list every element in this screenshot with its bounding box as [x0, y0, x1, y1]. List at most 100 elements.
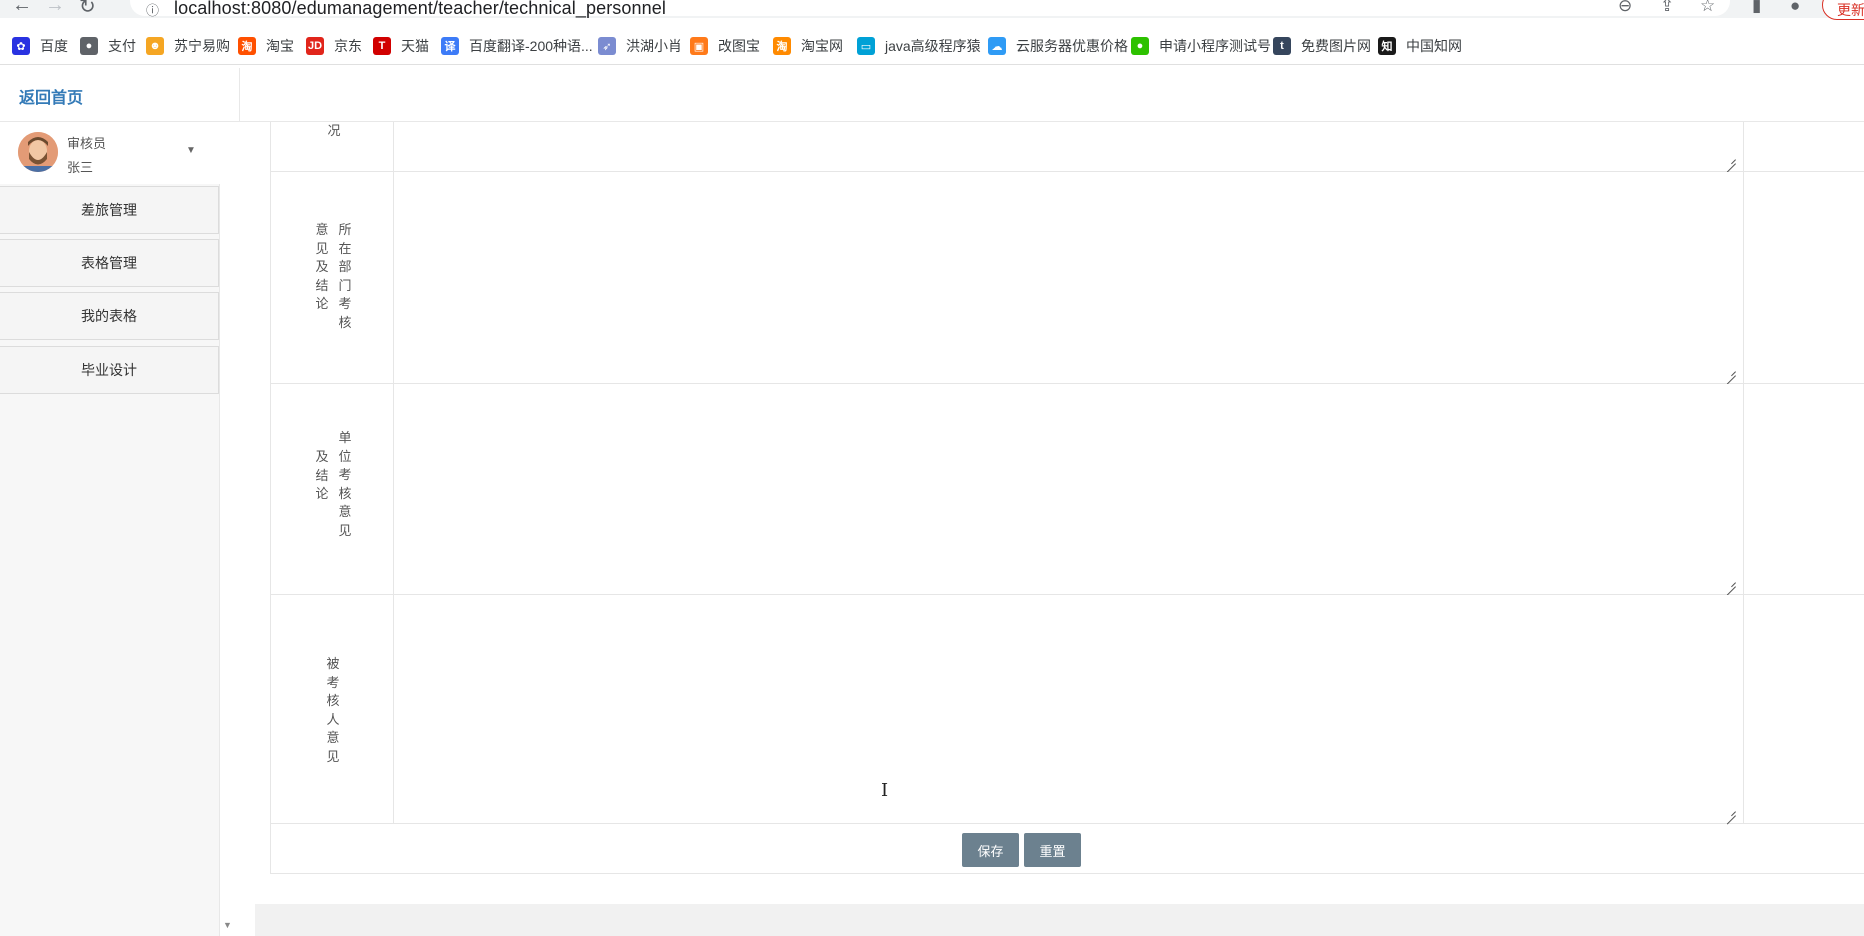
reload-icon[interactable]: ↻	[79, 0, 96, 19]
bookmark-item[interactable]: 知中国知网	[1378, 36, 1462, 56]
row-label-text: 况	[327, 123, 341, 138]
bookmark-item[interactable]: JD 京东	[306, 36, 362, 56]
home-link[interactable]: 返回首页	[19, 84, 83, 108]
url-text[interactable]: localhost:8080/edumanagement/teacher/tec…	[174, 0, 666, 19]
brand-area: 返回首页	[0, 68, 240, 122]
cloud-icon: ☁	[988, 37, 1006, 55]
gaitubao-icon: ▣	[690, 37, 708, 55]
globe-icon: ●	[80, 37, 98, 55]
bookmark-item[interactable]: ☁ 云服务器优惠价格	[988, 36, 1128, 56]
bookmark-label: 天猫	[401, 38, 429, 54]
forward-arrow-icon[interactable]: →	[45, 0, 65, 17]
main-content: 况 意见及结论 所在部门考核 及 结 论 单 位 考 核 意 见 被 考 核 人…	[255, 122, 1864, 936]
form-row-unit-review: 及结论 单位考核意见	[271, 384, 1864, 595]
form-row-appraisee-opinion: 被考核人意见	[271, 595, 1864, 824]
cnki-icon: 知	[1378, 37, 1396, 55]
situation-textarea[interactable]	[395, 122, 1744, 171]
taobao-icon: 淘	[238, 37, 256, 55]
bookmark-label: 苏宁易购	[174, 38, 230, 54]
taobao-icon: 淘	[773, 37, 791, 55]
bookmark-item[interactable]: ☻ 苏宁易购	[146, 36, 230, 56]
bookmark-item[interactable]: ● 支付	[80, 36, 136, 56]
bookmark-label: 洪湖小肖	[626, 38, 682, 54]
sidebar-item-graduation-design[interactable]: 毕业设计	[0, 346, 219, 394]
sidebar-item-my-forms[interactable]: 我的表格	[0, 292, 219, 340]
bookmark-item[interactable]: ➶ 洪湖小肖	[598, 36, 682, 56]
share-icon[interactable]: ⇪	[1660, 0, 1674, 16]
jd-icon: JD	[306, 37, 324, 55]
bookmark-item[interactable]: T 天猫	[373, 36, 429, 56]
user-name: 张三	[67, 160, 94, 175]
resize-handle-icon[interactable]	[1726, 154, 1736, 164]
sidebar-item-forms[interactable]: 表格管理	[0, 239, 219, 287]
bookmark-label: 百度	[40, 38, 68, 54]
appraisee-opinion-textarea[interactable]	[395, 595, 1744, 823]
scroll-down-arrow-icon[interactable]: ▼	[223, 920, 232, 930]
unit-review-textarea[interactable]	[395, 384, 1744, 594]
sidebar: 审核员 张三 ▼ 差旅管理 表格管理 我的表格 毕业设计	[0, 122, 220, 936]
situation-input[interactable]	[395, 122, 1743, 171]
unit-review-input[interactable]	[395, 384, 1743, 594]
form-row-dept-review: 意见及结论 所在部门考核	[271, 172, 1864, 384]
bookmark-item[interactable]: ▭ java高级程序猿	[857, 36, 981, 56]
update-button[interactable]: 更新	[1822, 0, 1864, 20]
row-label-text-right: 所在部门考核	[338, 222, 352, 330]
profile-icon[interactable]: ●	[1790, 0, 1800, 16]
save-button[interactable]: 保存	[962, 833, 1019, 867]
browser-toolbar: ← → ↻ ⓘ localhost:8080/edumanagement/tea…	[0, 0, 1864, 20]
baidu-icon: ✿	[12, 37, 30, 55]
bookmark-label: 京东	[334, 38, 362, 54]
resize-handle-icon[interactable]	[1726, 577, 1736, 587]
side-panel-icon[interactable]: ▮	[1752, 0, 1761, 16]
bookmark-item[interactable]: ▣ 改图宝	[690, 36, 760, 56]
bilibili-icon: ▭	[857, 37, 875, 55]
row-label: 及结论 单位考核意见	[271, 384, 394, 594]
bookmark-label: 支付	[108, 38, 136, 54]
bookmark-item[interactable]: ● 申请小程序测试号	[1131, 36, 1271, 56]
bookmark-item[interactable]: t 免费图片网	[1273, 36, 1371, 56]
form-row-situation: 况	[271, 122, 1864, 172]
bookmark-item[interactable]: ✿ 百度	[12, 36, 68, 56]
user-panel[interactable]: 审核员 张三 ▼	[0, 122, 220, 184]
form-actions: 保存 重置	[271, 824, 1864, 874]
tmall-icon: T	[373, 37, 391, 55]
bookmark-label: 淘宝	[266, 38, 294, 54]
resize-handle-icon[interactable]	[1726, 806, 1736, 816]
bookmark-item[interactable]: 淘淘宝网	[773, 36, 843, 56]
translate-icon: 译	[441, 37, 459, 55]
form-panel: 况 意见及结论 所在部门考核 及 结 论 单 位 考 核 意 见 被 考 核 人…	[255, 122, 1864, 904]
wechat-icon: ●	[1131, 37, 1149, 55]
tumblr-icon: t	[1273, 37, 1291, 55]
bookmarks-bar: ✿ 百度 ● 支付 ☻ 苏宁易购淘淘宝 JD 京东 T 天猫译百度翻译-200种语... ➶ 洪湖小肖…	[0, 27, 1864, 65]
address-bar[interactable]: ⓘ localhost:8080/edumanagement/teacher/t…	[130, 0, 1730, 19]
form-table: 况 意见及结论 所在部门考核 及 结 论 单 位 考 核 意 见 被 考 核 人…	[270, 122, 1864, 874]
bookmark-label: 百度翻译-200种语...	[469, 38, 593, 54]
row-label: 意见及结论 所在部门考核	[271, 172, 394, 383]
dept-review-input[interactable]	[395, 172, 1743, 383]
caret-down-icon[interactable]: ▼	[186, 145, 196, 156]
row-label-text-right: 单位考核意见	[338, 430, 352, 538]
zoom-icon[interactable]: ⊖	[1618, 0, 1632, 16]
row-label-text: 被考核人意见	[326, 656, 340, 764]
bookmark-label: 改图宝	[718, 38, 760, 54]
appraisee-opinion-input[interactable]	[395, 595, 1743, 823]
row-label: 况	[271, 122, 394, 171]
suning-icon: ☻	[146, 37, 164, 55]
resize-handle-icon[interactable]	[1726, 366, 1736, 376]
back-arrow-icon[interactable]: ←	[12, 0, 32, 17]
sidebar-item-travel[interactable]: 差旅管理	[0, 186, 219, 234]
user-role: 审核员	[67, 136, 107, 151]
bookmark-label: java高级程序猿	[885, 38, 981, 54]
bookmark-star-icon[interactable]: ☆	[1700, 0, 1715, 16]
bookmark-label: 云服务器优惠价格	[1016, 38, 1128, 54]
reset-button[interactable]: 重置	[1024, 833, 1081, 867]
bookmark-label: 申请小程序测试号	[1159, 38, 1271, 54]
bookmark-item[interactable]: 译百度翻译-200种语...	[441, 36, 593, 56]
dept-review-textarea[interactable]	[395, 172, 1744, 383]
bookmark-item[interactable]: 淘淘宝	[238, 36, 294, 56]
site-info-icon[interactable]: ⓘ	[146, 0, 159, 19]
rocket-icon: ➶	[598, 37, 616, 55]
bookmark-label: 中国知网	[1406, 38, 1462, 54]
avatar	[18, 132, 58, 172]
row-label-text-left: 意见及结论	[315, 222, 329, 312]
